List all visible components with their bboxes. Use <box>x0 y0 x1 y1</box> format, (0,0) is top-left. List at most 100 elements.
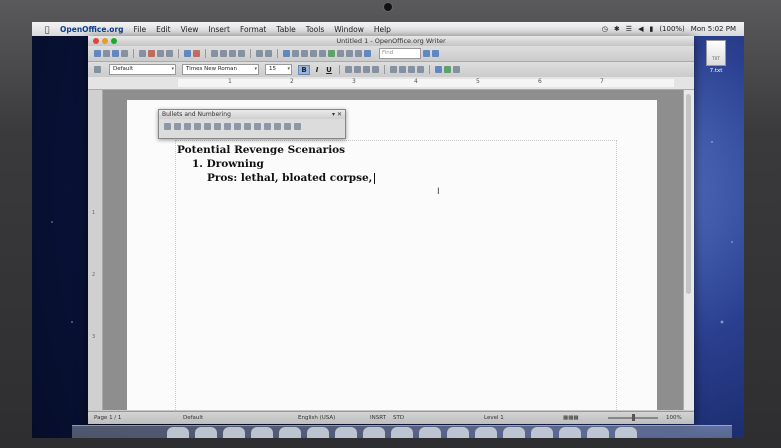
dock-app-icon[interactable] <box>251 427 273 438</box>
battery-icon[interactable]: ▮ <box>649 25 653 33</box>
find-next-icon[interactable] <box>423 50 430 57</box>
copy-icon[interactable] <box>220 50 227 57</box>
dock-app-icon[interactable] <box>531 427 553 438</box>
show-draw-functions-icon[interactable] <box>301 50 308 57</box>
zoom-slider-knob[interactable] <box>632 414 635 421</box>
window-titlebar[interactable]: Untitled 1 - OpenOffice.org Writer <box>88 36 694 46</box>
underline-button[interactable]: U <box>324 66 334 74</box>
numbering-icon[interactable] <box>174 123 181 130</box>
clock[interactable]: Mon 5:02 PM <box>691 25 736 33</box>
bullets-numbering-panel[interactable]: Bullets and Numbering ▾ ✕ <box>158 109 346 139</box>
no-list-icon[interactable] <box>184 123 191 130</box>
dock-app-icon[interactable] <box>363 427 385 438</box>
demote-with-subpoints-icon[interactable] <box>224 123 231 130</box>
status-selection-mode[interactable]: STD <box>393 415 404 421</box>
move-up-with-subpoints-icon[interactable] <box>254 123 261 130</box>
spellcheck-icon[interactable] <box>184 50 191 57</box>
menu-app-name[interactable]: OpenOffice.org <box>60 25 124 34</box>
vertical-scrollbar[interactable] <box>683 90 694 410</box>
view-layout-icon[interactable]: ▦▦▦ <box>563 415 579 421</box>
status-zoom[interactable]: 100% <box>666 415 682 421</box>
desktop-file[interactable]: TXT 7.txt <box>704 40 728 74</box>
menu-file[interactable]: File <box>134 25 147 34</box>
demote-icon[interactable] <box>204 123 211 130</box>
trash-icon[interactable] <box>615 427 637 438</box>
increase-indent-icon[interactable] <box>417 66 424 73</box>
menu-help[interactable]: Help <box>374 25 391 34</box>
hyperlink-icon[interactable] <box>283 50 290 57</box>
bullets-icon[interactable] <box>164 123 171 130</box>
redo-icon[interactable] <box>265 50 272 57</box>
data-sources-icon[interactable] <box>337 50 344 57</box>
bluetooth-icon[interactable]: ✱ <box>614 25 620 33</box>
open-icon[interactable] <box>103 50 110 57</box>
dock-app-icon[interactable] <box>195 427 217 438</box>
email-icon[interactable] <box>121 50 128 57</box>
move-down-with-subpoints-icon[interactable] <box>264 123 271 130</box>
export-pdf-icon[interactable] <box>148 50 155 57</box>
horizontal-ruler[interactable]: 1 2 3 4 5 6 7 <box>88 77 694 90</box>
dock-app-icon[interactable] <box>335 427 357 438</box>
dock-app-icon[interactable] <box>223 427 245 438</box>
menu-window[interactable]: Window <box>334 25 364 34</box>
align-right-icon[interactable] <box>363 66 370 73</box>
dock-app-icon[interactable] <box>559 427 581 438</box>
dock-app-icon[interactable] <box>279 427 301 438</box>
paste-icon[interactable] <box>229 50 236 57</box>
cut-icon[interactable] <box>211 50 218 57</box>
panel-titlebar[interactable]: Bullets and Numbering ▾ ✕ <box>159 110 345 119</box>
align-left-icon[interactable] <box>345 66 352 73</box>
restart-numbering-icon[interactable] <box>284 123 291 130</box>
edit-file-icon[interactable] <box>139 50 146 57</box>
status-page[interactable]: Page 1 / 1 <box>94 415 121 421</box>
wifi-icon[interactable]: ☰ <box>626 25 632 33</box>
panel-close-icon[interactable]: ▾ ✕ <box>332 110 342 119</box>
font-color-icon[interactable] <box>435 66 442 73</box>
decrease-indent-icon[interactable] <box>408 66 415 73</box>
scrollbar-thumb[interactable] <box>686 94 691 294</box>
print-preview-icon[interactable] <box>166 50 173 57</box>
dock-app-icon[interactable] <box>447 427 469 438</box>
menu-edit[interactable]: Edit <box>156 25 171 34</box>
bullets-numbering-dialog-icon[interactable] <box>294 123 301 130</box>
menu-view[interactable]: View <box>181 25 199 34</box>
font-size-select[interactable]: 15 <box>265 64 292 75</box>
menu-tools[interactable]: Tools <box>306 25 324 34</box>
gallery-icon[interactable] <box>328 50 335 57</box>
clone-format-icon[interactable] <box>238 50 245 57</box>
font-name-select[interactable]: Times New Roman <box>182 64 259 75</box>
bold-button[interactable]: B <box>298 64 310 75</box>
dock-app-icon[interactable] <box>307 427 329 438</box>
autospell-icon[interactable] <box>193 50 200 57</box>
status-language[interactable]: English (USA) <box>298 415 335 421</box>
timemachine-icon[interactable]: ◷ <box>602 25 608 33</box>
insert-unnumbered-entry-icon[interactable] <box>274 123 281 130</box>
finder-icon[interactable] <box>167 427 189 438</box>
find-previous-icon[interactable] <box>432 50 439 57</box>
highlighting-icon[interactable] <box>444 66 451 73</box>
apple-menu-icon[interactable]:  <box>40 25 54 34</box>
document-page[interactable]: Potential Revenge Scenarios 1. Drowning … <box>127 100 657 410</box>
dock-app-icon[interactable] <box>391 427 413 438</box>
zoom-window-icon[interactable] <box>111 38 117 44</box>
dock-app-icon[interactable] <box>419 427 441 438</box>
table-icon[interactable] <box>292 50 299 57</box>
background-color-icon[interactable] <box>453 66 460 73</box>
zoom-icon[interactable] <box>355 50 362 57</box>
move-up-icon[interactable] <box>234 123 241 130</box>
promote-icon[interactable] <box>194 123 201 130</box>
styles-formatting-icon[interactable] <box>94 66 101 73</box>
dock-app-icon[interactable] <box>503 427 525 438</box>
save-icon[interactable] <box>112 50 119 57</box>
dock-app-icon[interactable] <box>587 427 609 438</box>
minimize-window-icon[interactable] <box>102 38 108 44</box>
print-icon[interactable] <box>157 50 164 57</box>
status-insert-mode[interactable]: INSRT <box>370 415 386 421</box>
promote-with-subpoints-icon[interactable] <box>214 123 221 130</box>
menu-format[interactable]: Format <box>240 25 266 34</box>
status-style[interactable]: Default <box>183 415 203 421</box>
menu-table[interactable]: Table <box>276 25 295 34</box>
find-input[interactable]: Find <box>379 48 421 59</box>
menu-insert[interactable]: Insert <box>208 25 230 34</box>
move-down-icon[interactable] <box>244 123 251 130</box>
